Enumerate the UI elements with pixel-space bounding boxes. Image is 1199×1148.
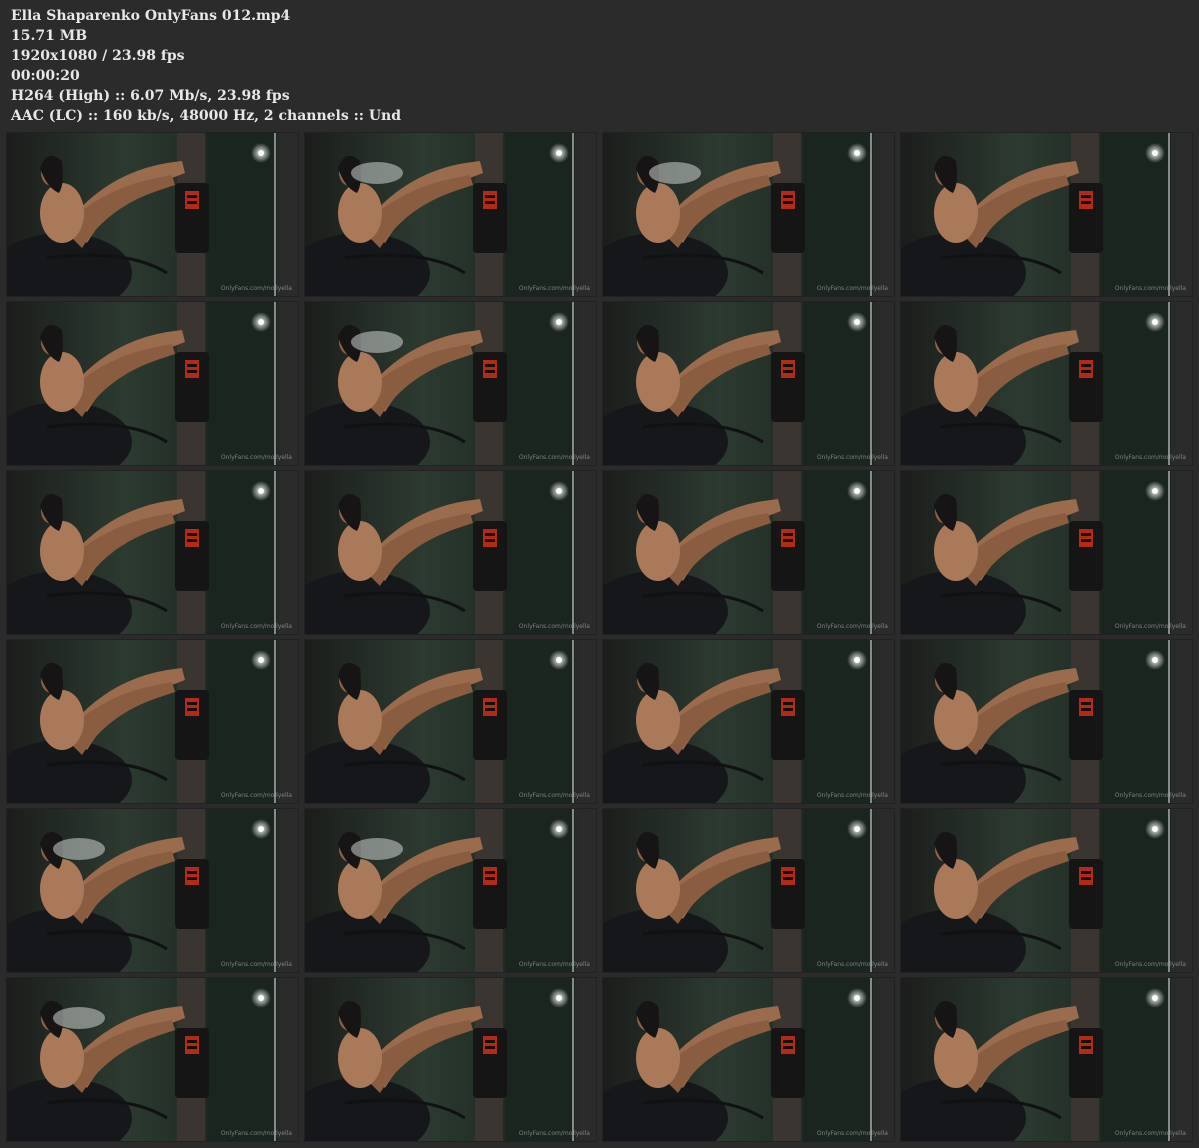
- thumbnail-grid: OnlyFans.com/mollyella OnlyFans.com/molly…: [6, 132, 1195, 1144]
- video-frame-image: [7, 978, 298, 1141]
- audio-stream-info: AAC (LC) :: 160 kb/s, 48000 Hz, 2 channe…: [11, 108, 402, 124]
- video-frame-image: [305, 133, 596, 296]
- video-thumbnail: OnlyFans.com/mollyella: [900, 470, 1193, 635]
- watermark-text: OnlyFans.com/mollyella: [1114, 623, 1186, 630]
- video-frame-image: [7, 302, 298, 465]
- video-thumbnail: OnlyFans.com/mollyella: [900, 132, 1193, 297]
- watermark-text: OnlyFans.com/mollyella: [1114, 792, 1186, 799]
- watermark-text: OnlyFans.com/mollyella: [1114, 285, 1186, 292]
- video-frame-image: [603, 133, 894, 296]
- video-thumbnail: OnlyFans.com/mollyella: [900, 639, 1193, 804]
- watermark-text: OnlyFans.com/mollyella: [518, 623, 590, 630]
- video-thumbnail: OnlyFans.com/mollyella: [304, 977, 597, 1142]
- watermark-text: OnlyFans.com/mollyella: [518, 1130, 590, 1137]
- video-frame-image: [305, 640, 596, 803]
- video-frame-image: [603, 471, 894, 634]
- video-thumbnail: OnlyFans.com/mollyella: [304, 301, 597, 466]
- video-thumbnail: OnlyFans.com/mollyella: [602, 470, 895, 635]
- video-thumbnail: OnlyFans.com/mollyella: [602, 301, 895, 466]
- watermark-text: OnlyFans.com/mollyella: [518, 961, 590, 968]
- video-frame-image: [7, 640, 298, 803]
- watermark-text: OnlyFans.com/mollyella: [220, 792, 292, 799]
- duration: 00:00:20: [11, 68, 80, 84]
- file-name: Ella Shaparenko OnlyFans 012.mp4: [11, 8, 291, 24]
- watermark-text: OnlyFans.com/mollyella: [816, 623, 888, 630]
- watermark-text: OnlyFans.com/mollyella: [220, 623, 292, 630]
- video-thumbnail: OnlyFans.com/mollyella: [602, 808, 895, 973]
- video-thumbnail: OnlyFans.com/mollyella: [6, 808, 299, 973]
- video-thumbnail: OnlyFans.com/mollyella: [6, 639, 299, 804]
- video-thumbnail: OnlyFans.com/mollyella: [900, 808, 1193, 973]
- video-frame-image: [901, 302, 1192, 465]
- watermark-text: OnlyFans.com/mollyella: [220, 454, 292, 461]
- watermark-text: OnlyFans.com/mollyella: [816, 285, 888, 292]
- watermark-text: OnlyFans.com/mollyella: [220, 285, 292, 292]
- video-frame-image: [901, 471, 1192, 634]
- video-thumbnail: OnlyFans.com/mollyella: [6, 977, 299, 1142]
- video-thumbnail: OnlyFans.com/mollyella: [304, 808, 597, 973]
- video-thumbnail: OnlyFans.com/mollyella: [602, 132, 895, 297]
- video-frame-image: [603, 640, 894, 803]
- watermark-text: OnlyFans.com/mollyella: [518, 285, 590, 292]
- resolution-fps: 1920x1080 / 23.98 fps: [11, 48, 185, 64]
- video-frame-image: [901, 640, 1192, 803]
- video-thumbnail: OnlyFans.com/mollyella: [900, 977, 1193, 1142]
- video-frame-image: [7, 471, 298, 634]
- video-thumbnail: OnlyFans.com/mollyella: [602, 977, 895, 1142]
- watermark-text: OnlyFans.com/mollyella: [816, 961, 888, 968]
- watermark-text: OnlyFans.com/mollyella: [1114, 454, 1186, 461]
- video-thumbnail: OnlyFans.com/mollyella: [6, 301, 299, 466]
- watermark-text: OnlyFans.com/mollyella: [816, 792, 888, 799]
- video-frame-image: [901, 809, 1192, 972]
- video-thumbnail: OnlyFans.com/mollyella: [6, 132, 299, 297]
- watermark-text: OnlyFans.com/mollyella: [816, 454, 888, 461]
- watermark-text: OnlyFans.com/mollyella: [518, 454, 590, 461]
- watermark-text: OnlyFans.com/mollyella: [1114, 961, 1186, 968]
- video-thumbnail: OnlyFans.com/mollyella: [304, 132, 597, 297]
- video-frame-image: [305, 302, 596, 465]
- video-thumbnail: OnlyFans.com/mollyella: [304, 470, 597, 635]
- video-stream-info: H264 (High) :: 6.07 Mb/s, 23.98 fps: [11, 88, 290, 104]
- video-frame-image: [305, 471, 596, 634]
- video-frame-image: [305, 978, 596, 1141]
- video-frame-image: [603, 302, 894, 465]
- video-frame-image: [305, 809, 596, 972]
- video-thumbnail: OnlyFans.com/mollyella: [6, 470, 299, 635]
- video-frame-image: [603, 809, 894, 972]
- video-frame-image: [901, 978, 1192, 1141]
- watermark-text: OnlyFans.com/mollyella: [816, 1130, 888, 1137]
- video-frame-image: [603, 978, 894, 1141]
- video-frame-image: [7, 133, 298, 296]
- video-thumbnail: OnlyFans.com/mollyella: [900, 301, 1193, 466]
- watermark-text: OnlyFans.com/mollyella: [220, 961, 292, 968]
- video-thumbnail: OnlyFans.com/mollyella: [602, 639, 895, 804]
- video-frame-image: [7, 809, 298, 972]
- file-size: 15.71 MB: [11, 28, 88, 44]
- watermark-text: OnlyFans.com/mollyella: [518, 792, 590, 799]
- watermark-text: OnlyFans.com/mollyella: [1114, 1130, 1186, 1137]
- video-thumbnail: OnlyFans.com/mollyella: [304, 639, 597, 804]
- video-frame-image: [901, 133, 1192, 296]
- file-info-panel: Ella Shaparenko OnlyFans 012.mp4 15.71 M…: [11, 6, 611, 126]
- watermark-text: OnlyFans.com/mollyella: [220, 1130, 292, 1137]
